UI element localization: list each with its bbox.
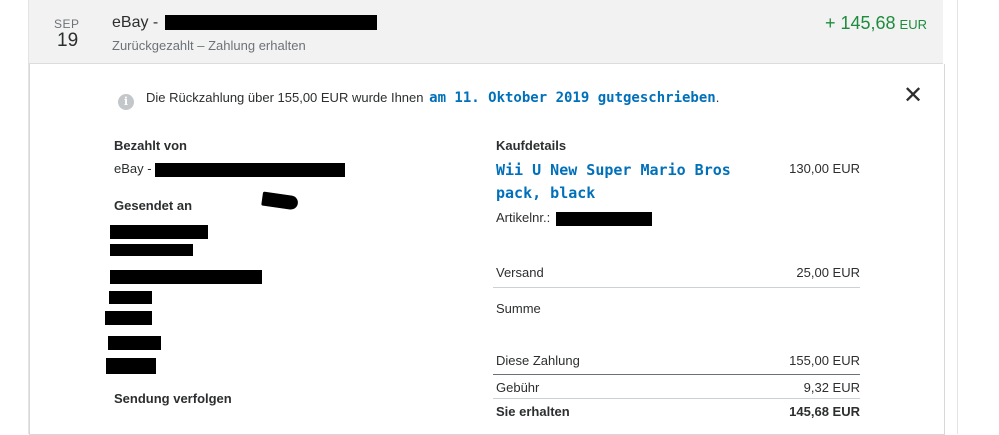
transaction-details: i Die Rückzahlung über 155,00 EUR wurde I…	[29, 64, 945, 435]
transaction-status: Zurückgezahlt – Zahlung erhalten	[112, 38, 306, 53]
received-label: Sie erhalten	[496, 404, 570, 419]
info-icon: i	[118, 94, 134, 110]
redaction-bar	[164, 15, 377, 31]
notice-suffix: .	[715, 90, 720, 105]
shipping-value: 25,00 EUR	[796, 265, 860, 280]
fee-label: Gebühr	[496, 380, 540, 395]
refund-notice: i Die Rückzahlung über 155,00 EUR wurde I…	[118, 90, 719, 110]
shipping-label: Versand	[496, 265, 544, 280]
item-price: 130,00 EUR	[789, 161, 860, 176]
address-redaction-7	[106, 358, 156, 374]
paid-by-value: eBay -	[114, 161, 346, 177]
sum-label: Summe	[496, 301, 541, 316]
sent-to-label: Gesendet an	[114, 198, 193, 213]
refund-date-link[interactable]: am 11. Oktober 2019 gutgeschrieben	[429, 90, 716, 106]
address-redaction-5	[105, 311, 152, 325]
transaction-card: SEP 19 eBay - Zurückgezahlt – Zahlung er…	[28, 0, 958, 435]
transaction-amount: + 145,68 EUR	[825, 13, 927, 34]
item-number: Artikelnr.:	[496, 210, 652, 226]
address-redaction-2	[110, 244, 193, 256]
close-icon[interactable]: ✕	[903, 84, 923, 108]
merchant-prefix: eBay -	[112, 14, 159, 31]
amount-value: + 145,68	[824, 13, 896, 33]
address-redaction-1	[110, 225, 208, 239]
date-month: SEP	[54, 17, 80, 31]
amount-currency: EUR	[899, 17, 927, 32]
fee-value: 9,32 EUR	[803, 380, 860, 395]
address-redaction-6	[108, 336, 161, 350]
item-number-label: Artikelnr.:	[496, 210, 551, 225]
notice-text: Die Rückzahlung über 155,00 EUR wurde Ih…	[146, 90, 424, 105]
redaction-bar	[155, 162, 346, 177]
transaction-row[interactable]: SEP 19 eBay - Zurückgezahlt – Zahlung er…	[29, 0, 943, 64]
payment-value: 155,00 EUR	[789, 353, 860, 368]
item-link[interactable]: Wii U New Super Mario Bros pack, black	[496, 159, 736, 205]
divider	[493, 398, 860, 399]
date-day: 19	[57, 30, 79, 51]
redaction-bar	[555, 211, 652, 226]
merchant-name: eBay -	[112, 14, 377, 32]
received-value: 145,68 EUR	[789, 404, 860, 419]
address-redaction-3	[110, 270, 262, 284]
purchase-details-heading: Kaufdetails	[496, 138, 567, 153]
address-redaction-4	[109, 291, 152, 304]
paid-by-prefix: eBay -	[114, 161, 152, 176]
paid-by-label: Bezahlt von	[114, 138, 187, 153]
track-shipment-link[interactable]: Sendung verfolgen	[114, 391, 232, 406]
redaction-mark	[261, 191, 299, 211]
divider	[493, 374, 860, 375]
payment-label: Diese Zahlung	[496, 353, 580, 368]
divider	[493, 287, 860, 288]
